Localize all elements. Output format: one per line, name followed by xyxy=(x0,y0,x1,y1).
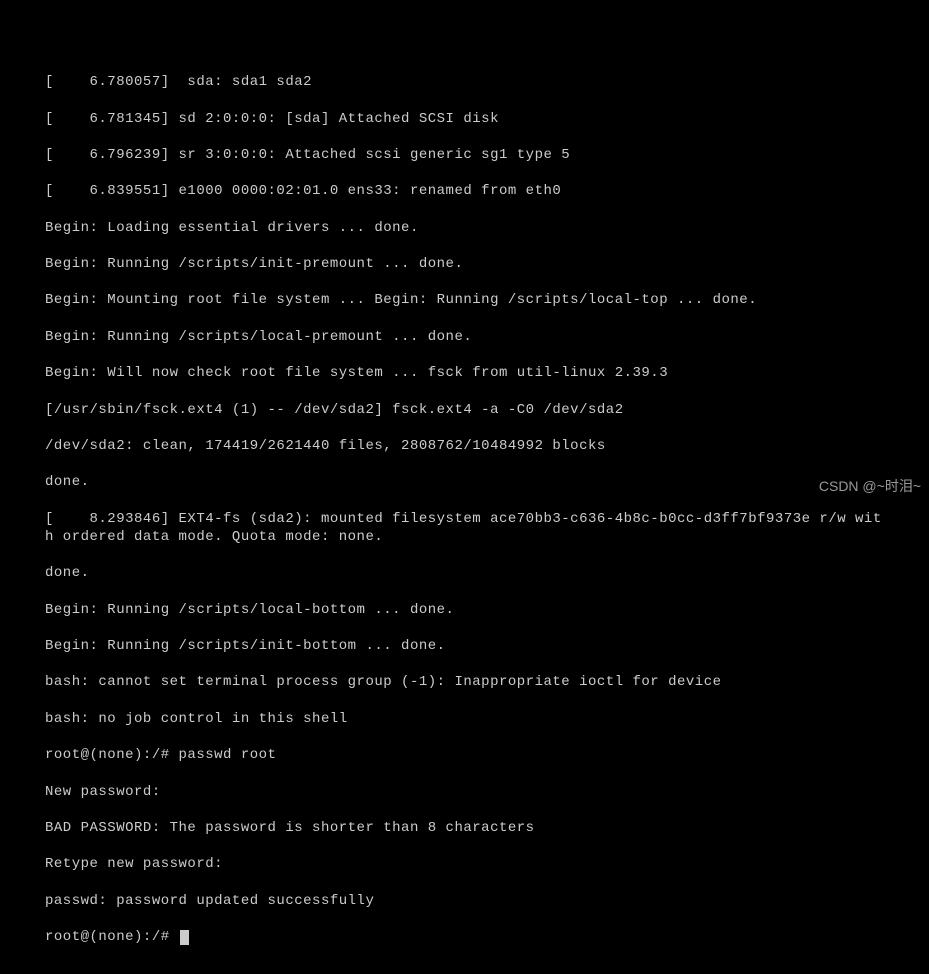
watermark-text: CSDN @~时泪~ xyxy=(819,476,921,496)
boot-log-line: [ 6.796239] sr 3:0:0:0: Attached scsi ge… xyxy=(45,146,884,164)
boot-log-line: Begin: Mounting root file system ... Beg… xyxy=(45,291,884,309)
shell-prompt: root@(none):/# xyxy=(45,929,179,945)
command-line: root@(none):/# passwd root xyxy=(45,746,884,764)
boot-log-line: Begin: Will now check root file system .… xyxy=(45,364,884,382)
boot-log-line: Begin: Running /scripts/local-premount .… xyxy=(45,328,884,346)
boot-log-line: Begin: Running /scripts/init-bottom ... … xyxy=(45,637,884,655)
boot-log-line: [ 6.839551] e1000 0000:02:01.0 ens33: re… xyxy=(45,182,884,200)
boot-log-line: [ 6.780057] sda: sda1 sda2 xyxy=(45,73,884,91)
boot-log-line: /dev/sda2: clean, 174419/2621440 files, … xyxy=(45,437,884,455)
bash-error-line: bash: no job control in this shell xyxy=(45,710,884,728)
password-prompt-line: Retype new password: xyxy=(45,855,884,873)
terminal-output[interactable]: [ 6.780057] sda: sda1 sda2 [ 6.781345] s… xyxy=(0,0,929,974)
boot-log-line: Begin: Running /scripts/init-premount ..… xyxy=(45,255,884,273)
password-prompt-line: New password: xyxy=(45,783,884,801)
boot-log-line: [ 8.293846] EXT4-fs (sda2): mounted file… xyxy=(45,510,884,546)
boot-log-line: done. xyxy=(45,564,884,582)
boot-log-line: [ 6.781345] sd 2:0:0:0: [sda] Attached S… xyxy=(45,110,884,128)
boot-log-line: Begin: Running /scripts/local-bottom ...… xyxy=(45,601,884,619)
boot-log-line: done. xyxy=(45,473,884,491)
password-warning-line: BAD PASSWORD: The password is shorter th… xyxy=(45,819,884,837)
shell-prompt-line[interactable]: root@(none):/# xyxy=(45,928,884,946)
boot-log-line: [/usr/sbin/fsck.ext4 (1) -- /dev/sda2] f… xyxy=(45,401,884,419)
cursor-icon xyxy=(180,930,189,945)
boot-log-line: Begin: Loading essential drivers ... don… xyxy=(45,219,884,237)
bash-error-line: bash: cannot set terminal process group … xyxy=(45,673,884,691)
password-success-line: passwd: password updated successfully xyxy=(45,892,884,910)
